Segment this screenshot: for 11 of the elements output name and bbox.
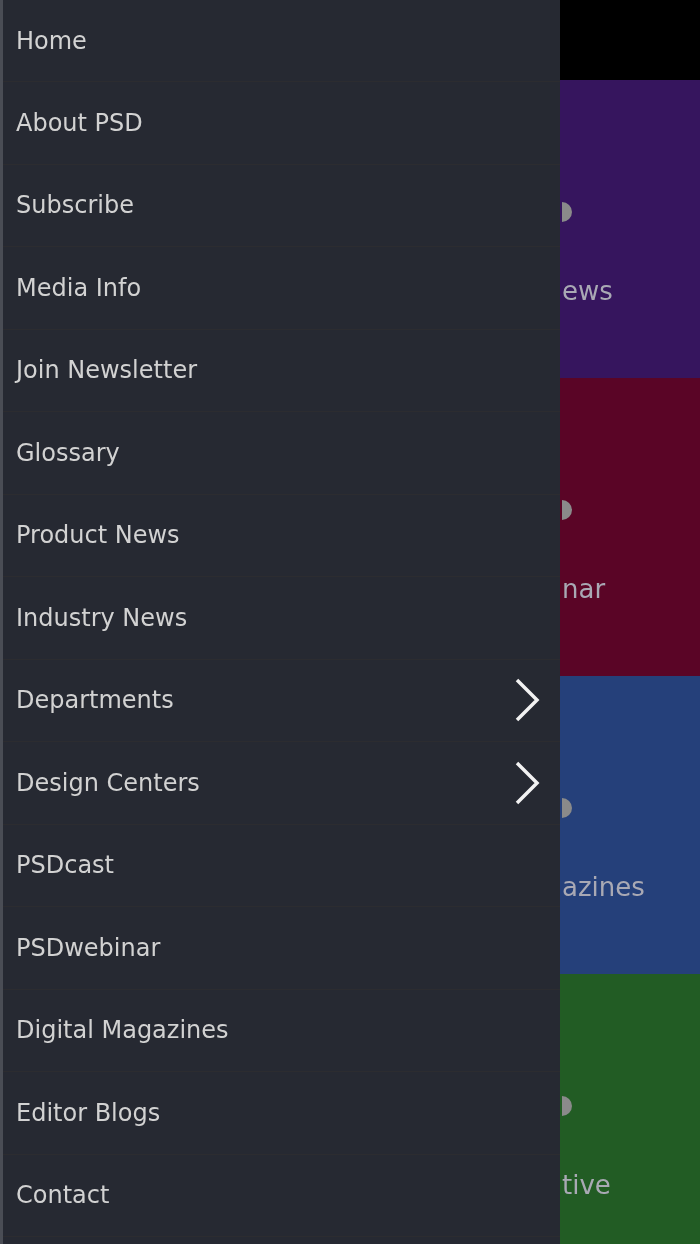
- chevron-right-icon: [514, 678, 540, 723]
- tile-label: azines: [562, 872, 645, 902]
- menu-item[interactable]: Design Centers: [3, 742, 560, 825]
- category-tile[interactable]: ews: [560, 80, 700, 378]
- tile-label: nar: [562, 574, 606, 604]
- chevron-right-icon: [514, 760, 540, 805]
- category-tile[interactable]: nar: [560, 378, 700, 676]
- tile-label: tive: [562, 1170, 611, 1200]
- menu-item[interactable]: Departments: [3, 659, 560, 742]
- tile-label: ews: [562, 276, 613, 306]
- category-tile[interactable]: azines: [560, 676, 700, 974]
